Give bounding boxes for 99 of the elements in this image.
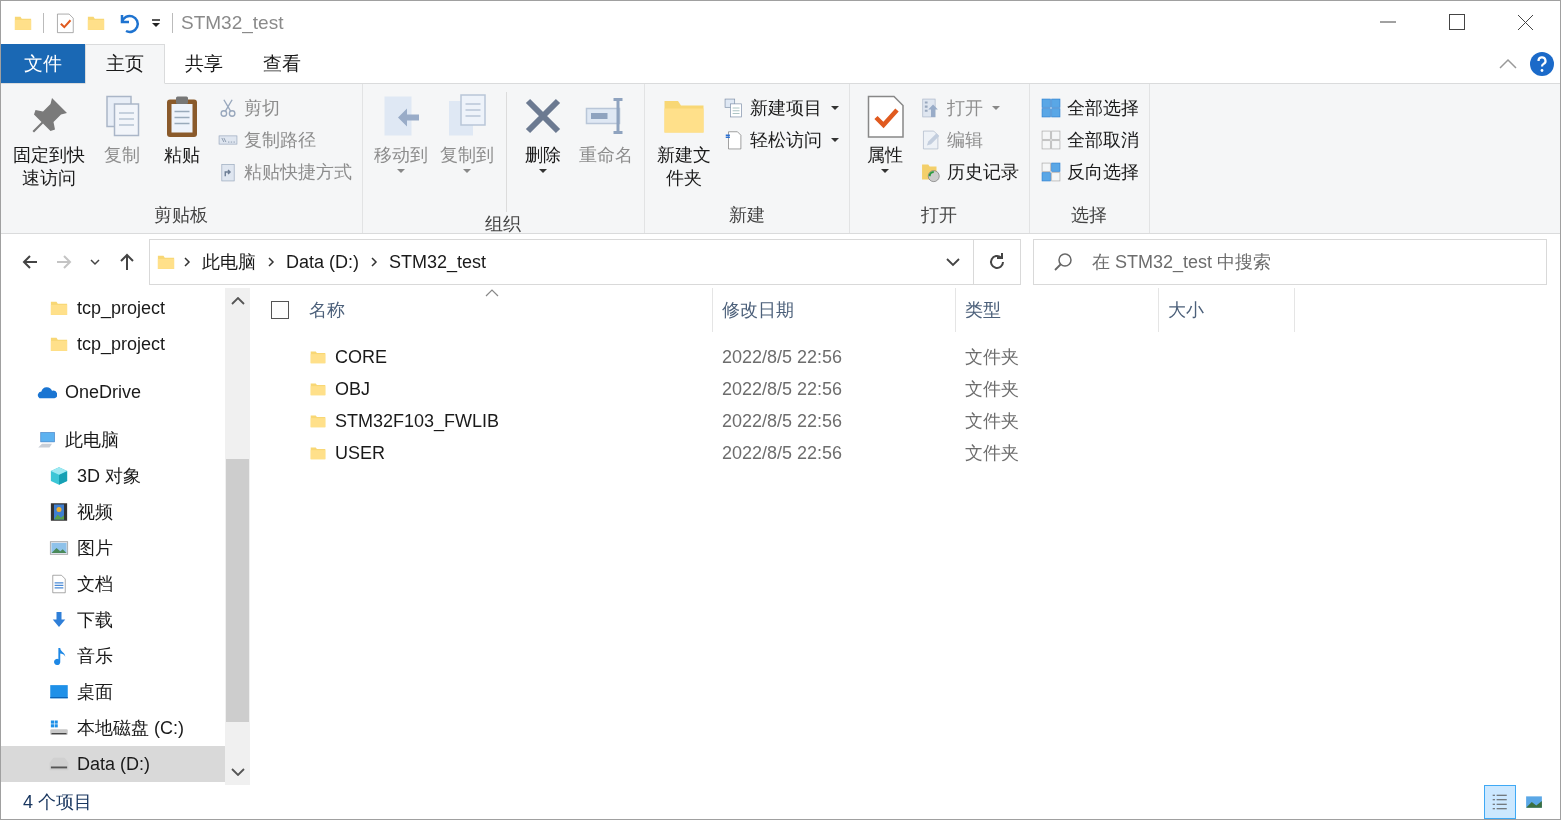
file-name[interactable]: OBJ	[335, 378, 370, 400]
ribbon-tab[interactable]: 共享	[165, 44, 243, 83]
group-label: 剪贴板	[154, 204, 209, 227]
caret-icon	[880, 169, 889, 173]
folder-icon	[309, 380, 327, 398]
folder-icon	[309, 412, 327, 430]
breadcrumb[interactable]: 此电脑	[198, 250, 260, 274]
ribbon-button[interactable]: 反向选择	[1035, 156, 1143, 188]
ribbon-button[interactable]: 新建项目	[718, 92, 843, 124]
dropdown-icon[interactable]	[945, 257, 961, 267]
ribbon-button[interactable]: 属性	[855, 92, 914, 173]
address-bar[interactable]: 此电脑 Data (D:) STM32_test	[149, 239, 1021, 285]
image-icon	[49, 538, 69, 558]
scroll-down-icon[interactable]	[230, 768, 245, 776]
file-name[interactable]: STM32F103_FWLIB	[335, 410, 500, 432]
dropdown-icon[interactable]	[150, 16, 162, 29]
large-icons-view-icon	[1525, 793, 1543, 811]
nav-item[interactable]: 此电脑	[1, 422, 225, 458]
file-name[interactable]: CORE	[335, 346, 387, 368]
file-type: 文件夹	[965, 443, 1019, 463]
nav-item[interactable]: OneDrive	[1, 374, 225, 410]
invert-selection-icon	[1039, 161, 1062, 183]
select-all-checkbox[interactable]	[271, 301, 289, 319]
nav-item[interactable]: 桌面	[1, 674, 225, 710]
ribbon-tab[interactable]: 查看	[243, 44, 321, 83]
caret-icon	[991, 106, 1000, 110]
drive-icon	[49, 718, 69, 738]
chevron-icon	[266, 257, 276, 267]
cube-icon	[49, 466, 69, 486]
column-header[interactable]: 类型	[956, 288, 1159, 332]
chevron-icon	[369, 257, 379, 267]
computer-icon	[37, 430, 57, 450]
select-all-icon	[1039, 97, 1062, 119]
new-item-icon	[722, 97, 745, 119]
column-header[interactable]: 名称	[309, 288, 713, 332]
sort-ascending-icon	[484, 289, 499, 297]
scrollbar[interactable]	[225, 288, 250, 785]
folder-icon	[309, 444, 327, 462]
nav-item[interactable]: 文档	[1, 566, 225, 602]
properties-icon[interactable]	[54, 10, 76, 35]
breadcrumb[interactable]: Data (D:)	[282, 251, 363, 273]
file-menu-tab[interactable]: 文件	[1, 44, 85, 83]
scroll-up-icon[interactable]	[230, 297, 245, 305]
maximize-icon[interactable]	[1446, 14, 1467, 31]
ribbon-button[interactable]: 删除	[513, 92, 572, 173]
ribbon-button[interactable]: 新建文件夹	[650, 92, 717, 190]
nav-item[interactable]: 图片	[1, 530, 225, 566]
modified-date: 2022/8/5 22:56	[722, 410, 843, 431]
ribbon-button[interactable]: 全部取消	[1035, 124, 1143, 156]
film-icon	[49, 502, 69, 522]
document-icon	[49, 574, 69, 594]
nav-item[interactable]: 本地磁盘 (C:)	[1, 710, 225, 746]
search-field[interactable]: 在 STM32_test 中搜索	[1033, 239, 1547, 285]
ribbon-button[interactable]: 历史记录	[915, 156, 1023, 188]
nav-item[interactable]: 3D 对象	[1, 458, 225, 494]
caret-icon	[830, 106, 839, 110]
ribbon-button[interactable]: 粘贴	[152, 92, 211, 167]
folder-icon	[309, 348, 327, 366]
file-type: 文件夹	[965, 347, 1019, 367]
nav-item[interactable]: 音乐	[1, 638, 225, 674]
ribbon-tab[interactable]: 主页	[85, 44, 165, 84]
window-title: STM32_test	[181, 11, 284, 34]
search-icon	[1053, 252, 1073, 272]
file-type: 文件夹	[965, 411, 1019, 431]
item-count: 4 个项目	[23, 791, 92, 814]
ribbon-button[interactable]: 轻松访问	[718, 124, 843, 156]
details-view-icon	[1491, 793, 1509, 811]
nav-item[interactable]: tcp_project	[1, 326, 225, 362]
nav-item[interactable]: tcp_project	[1, 290, 225, 326]
group-label: 选择	[1071, 204, 1108, 227]
modified-date: 2022/8/5 22:56	[722, 378, 843, 399]
modified-date: 2022/8/5 22:56	[722, 442, 843, 463]
ribbon-button[interactable]: 全部选择	[1035, 92, 1143, 124]
caret-icon	[538, 169, 547, 173]
chevron-icon	[182, 257, 192, 267]
scrollbar-thumb[interactable]	[226, 459, 249, 722]
breadcrumb[interactable]: STM32_test	[385, 251, 491, 273]
close-icon[interactable]	[1515, 14, 1536, 31]
group-label: 打开	[921, 204, 958, 227]
file-type: 文件夹	[965, 379, 1019, 399]
caret-icon	[396, 169, 405, 173]
file-name[interactable]: USER	[335, 442, 385, 464]
view-button[interactable]	[1484, 785, 1516, 819]
caret-icon	[830, 138, 839, 142]
modified-date: 2022/8/5 22:56	[722, 346, 843, 367]
nav-item[interactable]: 下载	[1, 602, 225, 638]
help-icon[interactable]	[1530, 51, 1554, 76]
group-label: 组织	[485, 213, 522, 236]
nav-item[interactable]: 视频	[1, 494, 225, 530]
caret-icon	[462, 169, 471, 173]
group-label: 新建	[728, 204, 765, 227]
collapse-ribbon-icon[interactable]	[1498, 57, 1518, 70]
select-none-icon	[1039, 129, 1062, 151]
nav-item[interactable]: Data (D:)	[1, 746, 225, 782]
column-header[interactable]: 修改日期	[713, 288, 956, 332]
history-icon	[919, 161, 942, 183]
refresh-icon[interactable]	[987, 252, 1007, 272]
column-header[interactable]: 大小	[1159, 288, 1295, 332]
ribbon-button[interactable]: 固定到快速访问	[7, 92, 91, 190]
